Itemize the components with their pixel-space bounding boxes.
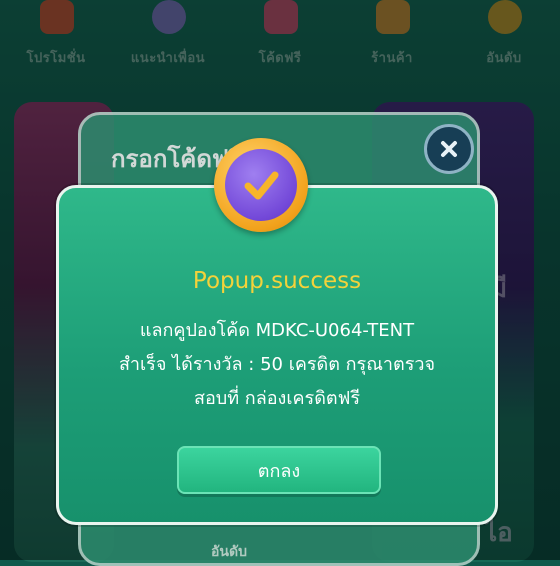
close-icon xyxy=(441,141,457,157)
popup-message-line: สอบที่ กล่องเครดิตฟรี xyxy=(194,388,360,409)
popup-title: Popup.success xyxy=(192,268,362,294)
success-popup: Popup.success แลกคูปองโค้ด MDKC-U064-TEN… xyxy=(56,185,498,525)
checkmark-icon xyxy=(244,171,279,200)
popup-message-line: แลกคูปองโค้ด MDKC-U064-TENT xyxy=(139,320,415,341)
ok-button[interactable]: ตกลง xyxy=(177,446,381,494)
close-button[interactable] xyxy=(424,124,474,174)
badge-inner xyxy=(225,149,297,221)
success-badge xyxy=(214,138,308,232)
popup-message-line: สำเร็จ ได้รางวัล : 50 เครดิต กรุณาตรวจ xyxy=(118,354,436,375)
popup-message: แลกคูปองโค้ด MDKC-U064-TENT สำเร็จ ได้รา… xyxy=(89,314,465,416)
